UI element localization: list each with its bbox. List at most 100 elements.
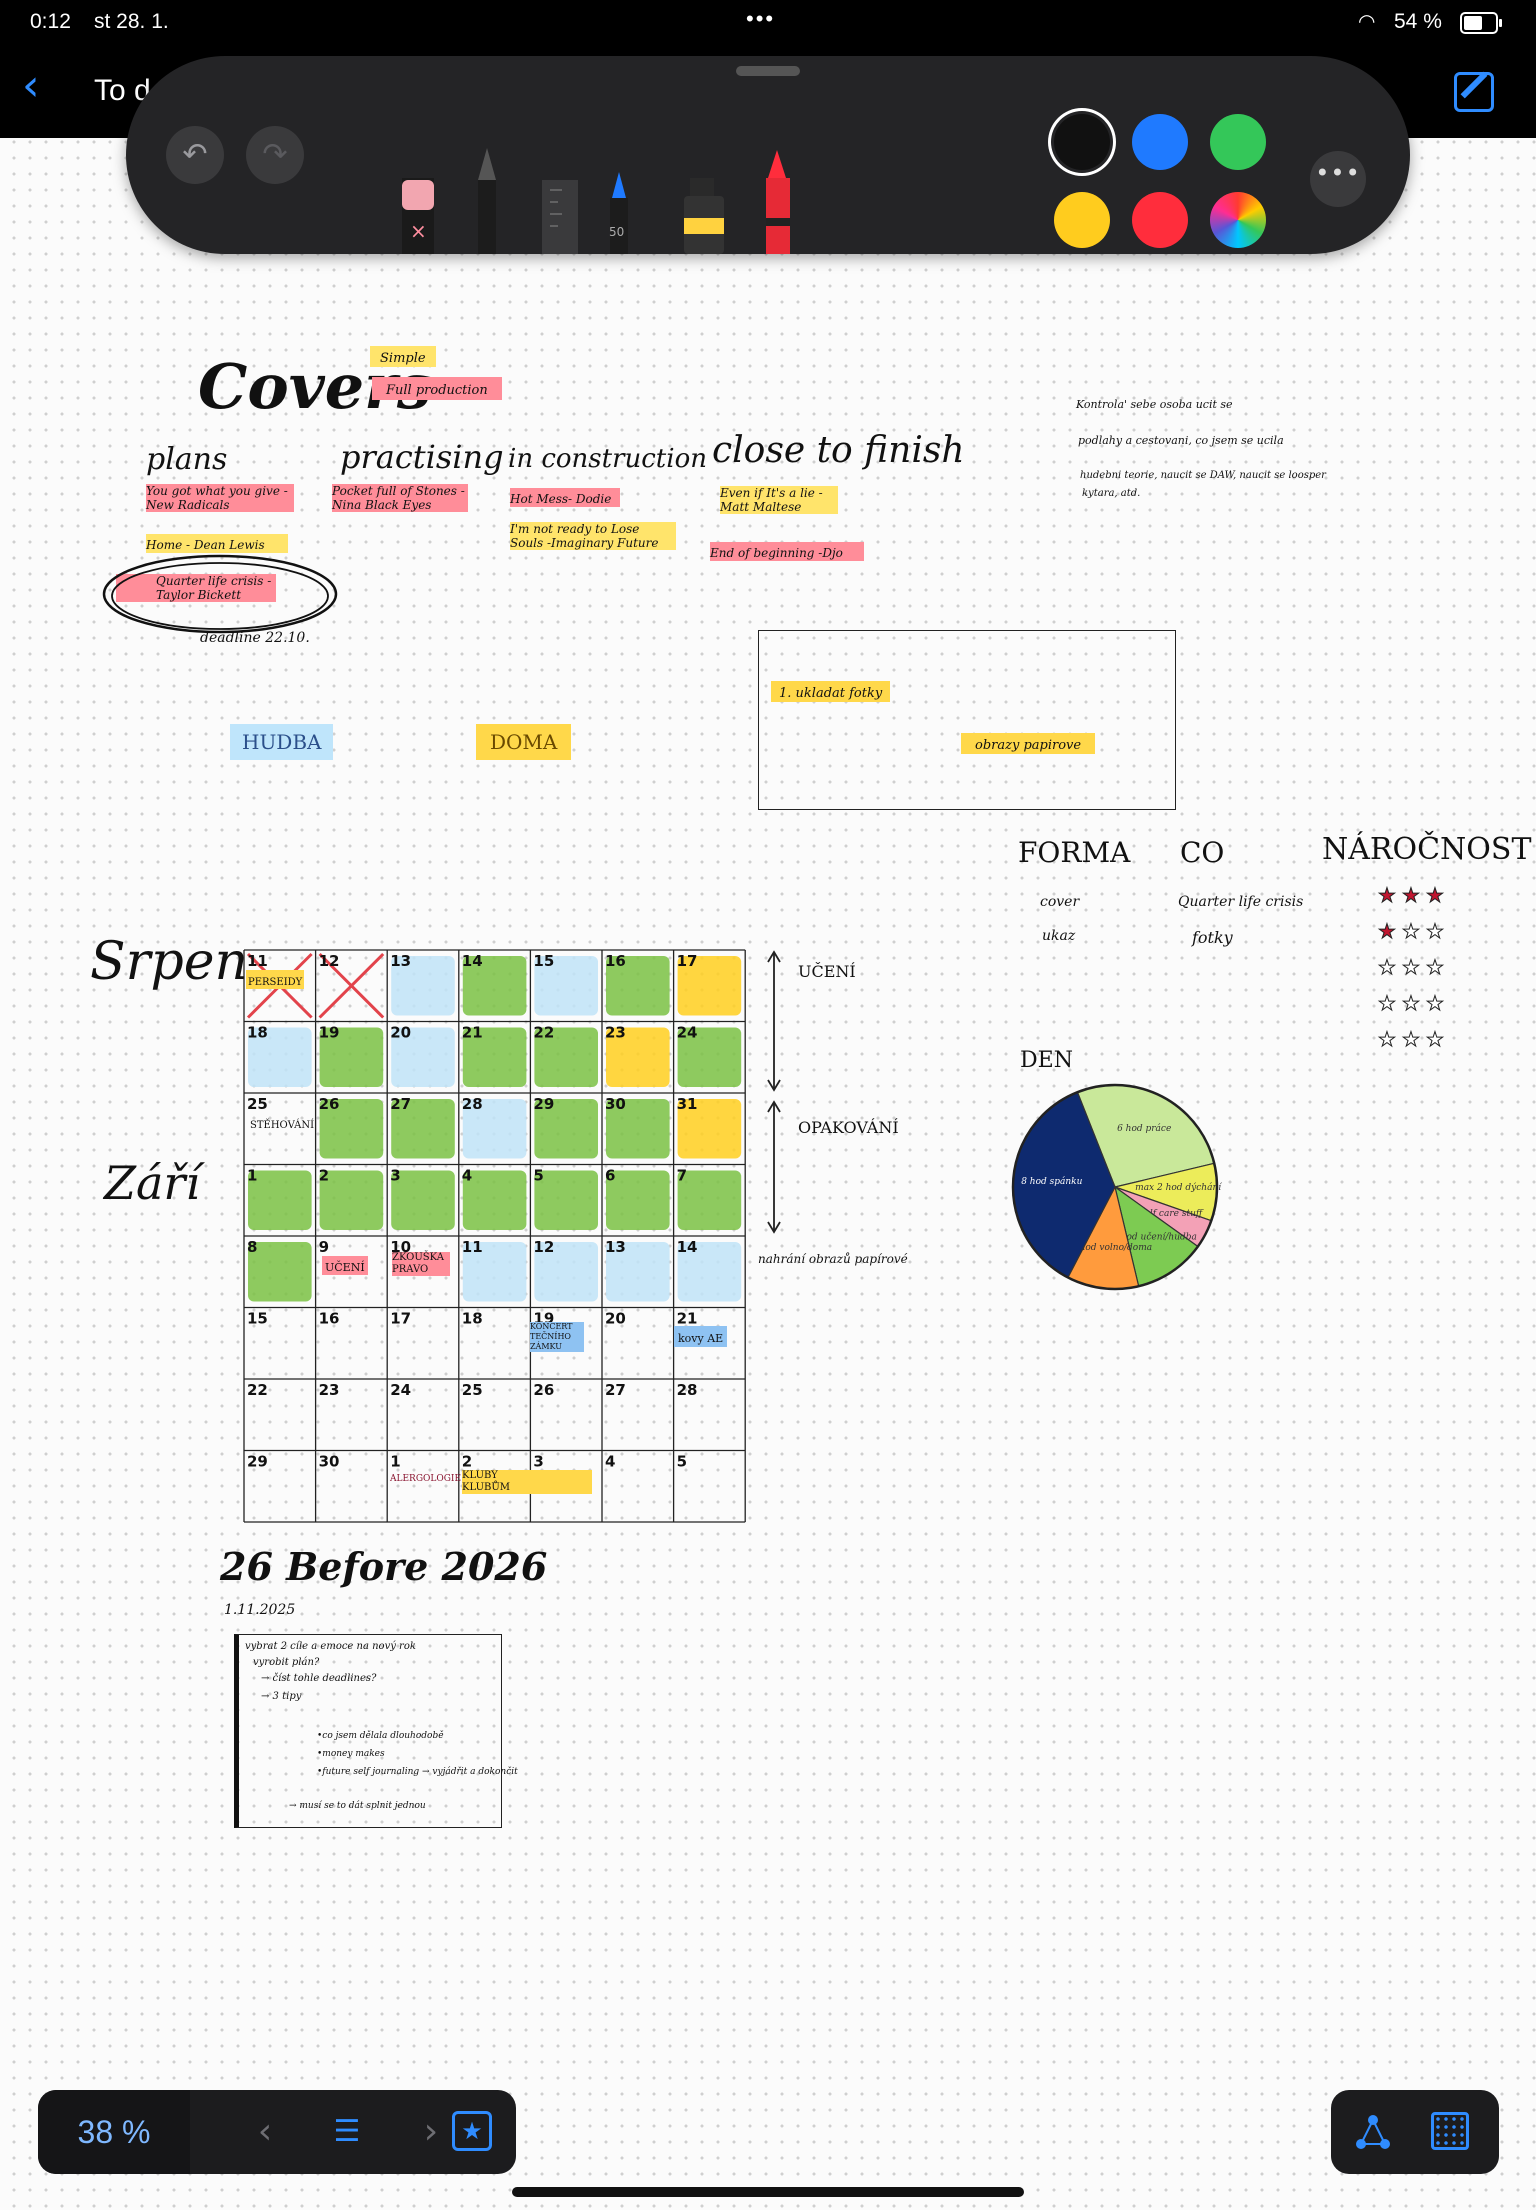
day-number: 31	[677, 1095, 698, 1113]
star-icon: ★	[1402, 1027, 1420, 1051]
more-icon[interactable]: •••	[1310, 151, 1366, 207]
wifi-icon: ◠	[1358, 11, 1376, 33]
redo-icon[interactable]: ↷	[246, 126, 304, 184]
day-number: 3	[533, 1453, 543, 1471]
compose-icon[interactable]	[1454, 72, 1494, 112]
box-item[interactable]: obrazy papirove	[961, 733, 1096, 754]
status-date: st 28. 1.	[94, 10, 169, 33]
day-number: 5	[677, 1453, 687, 1471]
toolbar-handle[interactable]	[736, 66, 800, 76]
star-icon: ★	[1426, 919, 1444, 943]
song-item[interactable]: Hot Mess- Dodie	[510, 488, 620, 507]
multitasking-dots[interactable]: •••	[746, 6, 775, 32]
plan-line: → číst tohle deadlines?	[261, 1673, 377, 1684]
day-fill	[391, 1170, 455, 1230]
tag-hudba[interactable]: HUDBA	[230, 724, 334, 760]
circle-highlight	[102, 554, 338, 634]
day-note: ALERGOLOGIE	[390, 1474, 462, 1484]
back-icon[interactable]: ‹	[22, 64, 40, 108]
day-note: kovy AE	[674, 1326, 728, 1347]
plan-line: •future self journaling → vyjádřit a dok…	[317, 1767, 518, 1777]
day-number: 25	[247, 1095, 268, 1113]
day-number: 1	[247, 1167, 257, 1185]
deadline-note: deadline 22.10.	[200, 630, 310, 646]
day-number: 9	[319, 1238, 329, 1256]
prev-page-icon[interactable]: ‹	[224, 2090, 306, 2174]
header-narocnost: NÁROČNOST	[1322, 832, 1532, 867]
shapes-icon[interactable]	[1353, 2112, 1393, 2152]
song-item[interactable]: End of beginning -Djo	[710, 542, 864, 561]
plan-line: → 3 tipy	[261, 1691, 302, 1702]
day-number: 18	[462, 1310, 483, 1328]
tag-doma[interactable]: DOMA	[476, 724, 572, 760]
undo-icon[interactable]: ↶	[166, 126, 224, 184]
star-icon: ★	[1402, 884, 1420, 907]
marker-icon	[684, 178, 724, 254]
day-number: 28	[462, 1095, 483, 1113]
day-number: 22	[247, 1381, 268, 1399]
list-icon[interactable]: ☰	[306, 2090, 388, 2174]
legend-full-production: Full production	[372, 377, 502, 400]
header-forma: FORMA	[1018, 836, 1131, 869]
star-icon: ★	[1426, 955, 1444, 979]
color-black[interactable]	[1054, 114, 1110, 170]
day-number: 2	[462, 1453, 472, 1471]
day-number: 4	[462, 1167, 472, 1185]
day-number: 20	[390, 1024, 411, 1042]
day-note: UČENÍ	[322, 1256, 368, 1275]
day-number: 5	[533, 1167, 543, 1185]
day-number: 26	[319, 1095, 340, 1113]
day-number: 14	[677, 1238, 698, 1256]
grid-icon[interactable]	[1431, 2112, 1469, 2150]
day-number: 11	[247, 952, 268, 970]
color-blue[interactable]	[1132, 114, 1188, 170]
day-number: 2	[319, 1167, 329, 1185]
pencil-icon	[478, 148, 496, 254]
column-plans: plans	[146, 442, 228, 477]
bookmark-icon[interactable]: ★	[452, 2111, 492, 2151]
plan-line: vybrat 2 cíle a emoce na nový rok	[245, 1641, 416, 1652]
box-item[interactable]: 1. ukladat fotky	[771, 681, 891, 702]
color-green[interactable]	[1210, 114, 1266, 170]
zoom-level[interactable]: 38 %	[38, 2090, 190, 2174]
day-fill	[677, 1170, 742, 1230]
crayon-icon	[766, 150, 790, 254]
day-number: 23	[319, 1381, 340, 1399]
label-nahrat: nahrání obrazů papírové	[758, 1252, 908, 1266]
month-srpen: Srpen	[90, 932, 249, 992]
day-number: 24	[677, 1024, 698, 1042]
day-number: 25	[462, 1381, 483, 1399]
color-yellow[interactable]	[1054, 192, 1110, 248]
row-forma: ukaz	[1042, 928, 1076, 944]
song-item[interactable]: I'm not ready to Lose Souls -Imaginary F…	[510, 522, 676, 550]
day-number: 29	[533, 1095, 554, 1113]
day-number: 20	[605, 1310, 626, 1328]
day-number: 30	[319, 1453, 340, 1471]
color-wheel-icon[interactable]	[1210, 192, 1266, 248]
day-number: 21	[677, 1310, 698, 1328]
star-icon: ★	[1378, 919, 1396, 943]
day-note: KLUBY KLUBŮM	[462, 1470, 592, 1494]
song-item[interactable]: Even if It's a lie -Matt Maltese	[720, 486, 838, 514]
plan-date: 1.11.2025	[224, 1602, 296, 1618]
color-red[interactable]	[1132, 192, 1188, 248]
day-number: 19	[319, 1024, 340, 1042]
day-fill	[319, 1170, 384, 1230]
day-number: 11	[462, 1238, 483, 1256]
calendar-grid[interactable]: 11 12 13 14 15 16 1718 19 20 21 22 23 2425 26 27 28 29 30…	[240, 948, 746, 1526]
plan-line: → musí se to dát splnit jednou	[289, 1801, 426, 1811]
song-item[interactable]: Home - Dean Lewis	[146, 534, 288, 553]
song-item[interactable]: You got what you give -New Radicals	[146, 484, 294, 512]
day-number: 22	[533, 1024, 554, 1042]
star-icon: ★	[1378, 1027, 1396, 1051]
battery-icon	[1460, 12, 1502, 34]
day-number: 24	[390, 1381, 411, 1399]
day-number: 17	[390, 1310, 411, 1328]
day-number: 30	[605, 1095, 626, 1113]
status-bar: 0:12 st 28. 1. ••• ◠ 54 %	[0, 0, 1536, 46]
column-practising: practising	[340, 438, 504, 476]
plan-line: •co jsem dělala dlouhodobě	[317, 1731, 444, 1741]
row-co: Quarter life crisis	[1178, 894, 1304, 910]
song-item[interactable]: Pocket full of Stones -Nina Black Eyes	[332, 484, 468, 512]
status-time: 0:12	[30, 10, 71, 33]
